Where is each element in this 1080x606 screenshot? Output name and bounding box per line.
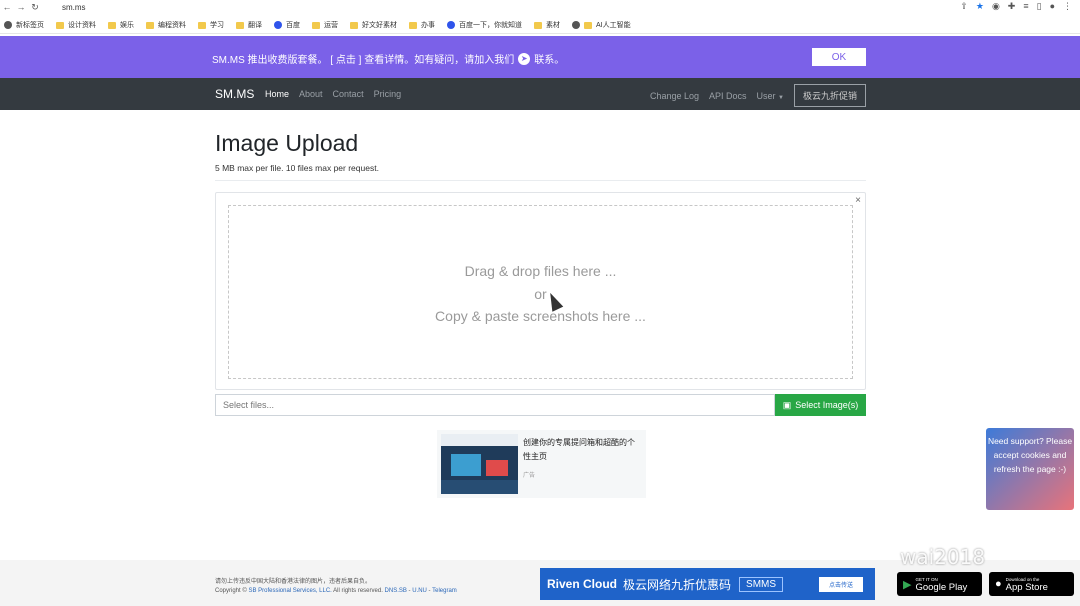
support-widget[interactable]: Need support? Please accept cookies and … xyxy=(986,428,1074,510)
banner-text: SM.MS 推出收费版套餐。 [ 点击 ] 查看详情。如有疑问，请加入我们 ➤ … xyxy=(212,52,565,66)
select-images-button[interactable]: ▣ Select Image(s) xyxy=(775,394,866,416)
footer-link-unu[interactable]: U.NU xyxy=(412,588,427,594)
browser-extensions: ⇪ ★ ◉ ✚ ≡ ▯ ● ⋮ xyxy=(960,1,1072,12)
footer-notice: 请勿上传违反中国大陆和香港法律的图片，违者后果自负。 xyxy=(215,579,372,585)
promo-button[interactable]: 极云九折促销 xyxy=(793,84,866,107)
nav-links: Home About Contact Pricing xyxy=(265,89,401,99)
share-icon[interactable]: ⇪ xyxy=(960,1,968,12)
nav-right: Change Log API Docs User ▼ 极云九折促销 xyxy=(650,84,866,107)
bookmark-item[interactable]: 娱乐 xyxy=(108,20,134,30)
nav-about[interactable]: About xyxy=(299,89,323,99)
app-store-badge[interactable]: ● Download on the App Store xyxy=(989,572,1074,596)
forward-icon[interactable]: → xyxy=(14,2,28,12)
file-input[interactable] xyxy=(215,394,775,416)
divider xyxy=(215,180,866,181)
ad-title: 创建你的专属提问箱和超酷的个性主页 xyxy=(523,438,635,461)
folder-icon xyxy=(312,21,320,29)
footer-link-telegram[interactable]: Telegram xyxy=(432,588,457,594)
footer-ad-cta-button[interactable]: 点击传送 xyxy=(819,576,864,592)
folder-icon xyxy=(584,21,592,29)
bookmark-item[interactable]: 百度 xyxy=(274,20,300,30)
ad-thumbnail xyxy=(441,434,518,494)
bookmark-item[interactable]: AI人工智能 xyxy=(572,20,631,30)
bookmark-item[interactable]: 运营 xyxy=(312,20,338,30)
upload-card: × Drag & drop files here ... or Copy & p… xyxy=(215,192,866,390)
upload-limits: 5 MB max per file. 10 files max per requ… xyxy=(215,163,379,173)
reading-list-icon[interactable]: ≡ xyxy=(1023,1,1028,12)
sidebar-icon[interactable]: ▯ xyxy=(1037,1,1042,12)
bookmark-item[interactable]: 好文好素材 xyxy=(350,20,397,30)
dropzone-paste-text: Copy & paste screenshots here ... xyxy=(435,308,646,324)
folder-icon xyxy=(534,21,542,29)
baidu-icon xyxy=(274,21,282,29)
nav-pricing[interactable]: Pricing xyxy=(374,89,402,99)
reload-icon[interactable]: ↻ xyxy=(28,2,42,13)
profile-icon[interactable]: ● xyxy=(1050,1,1055,12)
footer-ad-brand: Riven Cloud xyxy=(547,577,618,591)
apple-icon: ● xyxy=(995,578,1002,590)
ad-label: 广告 xyxy=(523,473,536,479)
banner-ok-button[interactable]: OK xyxy=(812,48,866,66)
footer-ad-banner[interactable]: Riven Cloud 极云网络九折优惠码 SMMS 点击传送 xyxy=(540,568,875,600)
footer-link-dns[interactable]: DNS.SB xyxy=(385,588,407,594)
globe-icon xyxy=(4,21,12,29)
bookmark-item[interactable]: 百度一下，你就知道 xyxy=(447,20,522,30)
bookmark-item[interactable]: 素材 xyxy=(534,20,560,30)
globe-icon xyxy=(572,21,580,29)
folder-icon xyxy=(146,21,154,29)
nav-home[interactable]: Home xyxy=(265,89,289,99)
file-select-row: ▣ Select Image(s) xyxy=(215,394,866,416)
bookmark-item[interactable]: 办事 xyxy=(409,20,435,30)
dropzone[interactable]: Drag & drop files here ... or Copy & pas… xyxy=(228,205,853,379)
dropzone-drag-text: Drag & drop files here ... xyxy=(464,263,617,279)
baidu-icon xyxy=(447,21,455,29)
site-brand[interactable]: SM.MS xyxy=(215,87,254,101)
nav-contact[interactable]: Contact xyxy=(333,89,364,99)
telegram-icon[interactable]: ➤ xyxy=(518,52,531,65)
star-icon[interactable]: ★ xyxy=(976,1,984,12)
footer-copyright: Copyright © SB Professional Services, LL… xyxy=(215,588,457,594)
folder-icon xyxy=(56,21,64,29)
browser-toolbar: ← → ↻ sm.ms ⇪ ★ ◉ ✚ ≡ ▯ ● ⋮ xyxy=(0,0,1080,14)
address-bar[interactable]: sm.ms xyxy=(62,3,86,12)
folder-icon xyxy=(198,21,206,29)
bookmark-item[interactable]: 新标签页 xyxy=(4,20,44,30)
menu-icon[interactable]: ⋮ xyxy=(1063,1,1072,12)
images-icon: ▣ xyxy=(782,399,792,410)
page-title: Image Upload xyxy=(215,130,359,156)
ad-card[interactable]: 创建你的专属提问箱和超酷的个性主页 广告 xyxy=(437,430,646,498)
company-link[interactable]: SB Professional Services, LLC. xyxy=(248,588,331,594)
google-play-icon: ▶ xyxy=(903,578,912,591)
bookmark-item[interactable]: 学习 xyxy=(198,20,224,30)
folder-icon xyxy=(108,21,116,29)
folder-icon xyxy=(236,21,244,29)
folder-icon xyxy=(409,21,417,29)
folder-icon xyxy=(350,21,358,29)
google-play-badge[interactable]: ▶ GET IT ON Google Play xyxy=(897,572,982,596)
bookmarks-bar: 新标签页 设计资料 娱乐 编程资料 学习 翻译 百度 运营 好文好素材 办事 百… xyxy=(0,17,1080,34)
puzzle-icon[interactable]: ✚ xyxy=(1008,1,1016,12)
back-icon[interactable]: ← xyxy=(0,2,14,12)
nav-user-dropdown[interactable]: User ▼ xyxy=(757,91,784,101)
bookmark-item[interactable]: 编程资料 xyxy=(146,20,186,30)
footer-ad-code: SMMS xyxy=(739,576,784,592)
main-navbar: SM.MS Home About Contact Pricing Change … xyxy=(0,78,1080,110)
announcement-banner: SM.MS 推出收费版套餐。 [ 点击 ] 查看详情。如有疑问，请加入我们 ➤ … xyxy=(0,36,1080,78)
bookmark-item[interactable]: 翻译 xyxy=(236,20,262,30)
caret-down-icon: ▼ xyxy=(778,94,784,101)
bookmark-item[interactable]: 设计资料 xyxy=(56,20,96,30)
dropzone-or-text: or xyxy=(534,286,547,302)
extension-icon[interactable]: ◉ xyxy=(992,1,1000,12)
nav-api-docs[interactable]: API Docs xyxy=(709,91,747,101)
footer-ad-slogan: 极云网络九折优惠码 xyxy=(623,577,732,592)
watermark: wai2018 xyxy=(900,545,986,569)
nav-change-log[interactable]: Change Log xyxy=(650,91,699,101)
close-icon[interactable]: × xyxy=(855,195,861,206)
